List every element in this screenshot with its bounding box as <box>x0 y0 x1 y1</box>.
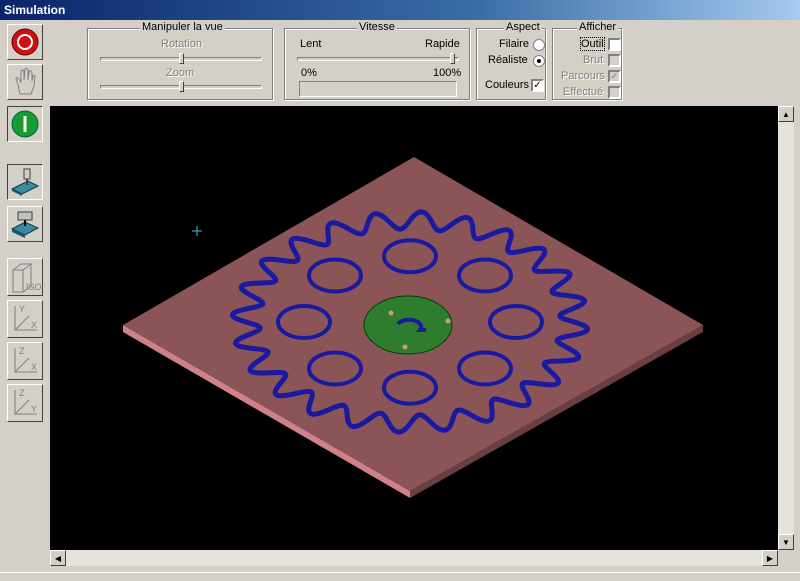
view-yz-button[interactable]: Z Y <box>7 384 43 422</box>
horizontal-scrollbar[interactable]: ◀ ▶ <box>50 550 778 566</box>
speed-slider-track[interactable] <box>297 57 459 61</box>
colors-checkbox[interactable]: ✓ <box>531 79 544 92</box>
display-panel-title: Afficher <box>577 21 619 33</box>
speed-panel: Vitesse Lent Rapide 0% 100% <box>284 21 470 100</box>
view-xy-button[interactable]: Y X <box>7 300 43 338</box>
aspect-panel: Aspect Filaire Réaliste Couleurs ✓ <box>476 21 546 100</box>
speed-slow-label: Lent <box>300 38 322 50</box>
hub-disc <box>363 295 453 355</box>
hub-pin-2 <box>445 318 451 324</box>
window-title: Simulation <box>4 3 66 17</box>
machine-view-button[interactable] <box>7 164 43 200</box>
speed-panel-title: Vitesse <box>357 21 397 33</box>
left-toolbar: ISO Y X Z X Z Y <box>0 20 50 572</box>
machine-3d-icon <box>10 211 40 238</box>
svg-text:Z: Z <box>19 346 25 356</box>
svg-text:Y: Y <box>19 304 25 314</box>
svg-text:Z: Z <box>19 388 25 398</box>
part-3d-render <box>123 157 703 498</box>
iso-cube-icon: ISO <box>12 263 41 293</box>
display-panel: Afficher Outil Brut Parcours ✓ Effectué <box>552 21 622 100</box>
axis-xz-icon: Z X <box>14 346 37 373</box>
hand-pan-button[interactable] <box>7 64 43 100</box>
stop-button[interactable] <box>7 24 43 60</box>
speed-slider-thumb[interactable] <box>450 53 455 64</box>
stop-red-circle-icon <box>11 28 39 56</box>
vertical-scrollbar[interactable]: ▲ ▼ <box>778 106 794 550</box>
axis-xy-icon: Y X <box>14 304 37 331</box>
view-xz-button[interactable]: Z X <box>7 342 43 380</box>
hub-pin-3 <box>402 344 408 350</box>
done-checkbox[interactable] <box>608 86 621 99</box>
iso-view-button[interactable]: ISO <box>7 258 43 296</box>
start-green-circle-icon <box>11 110 39 138</box>
path-label: Parcours <box>561 70 606 82</box>
rotation-slider-thumb[interactable] <box>179 53 184 64</box>
scroll-left-arrow[interactable]: ◀ <box>50 550 66 566</box>
raw-checkbox[interactable] <box>608 54 621 67</box>
scroll-up-arrow[interactable]: ▲ <box>778 106 794 122</box>
size-grip <box>778 550 794 566</box>
path-checkbox[interactable]: ✓ <box>608 70 621 83</box>
zoom-label: Zoom <box>166 67 195 79</box>
raw-label: Brut <box>583 54 604 66</box>
done-label: Effectué <box>563 86 604 98</box>
progress-max-label: 100% <box>433 67 462 79</box>
rotation-label: Rotation <box>161 38 202 50</box>
speed-fast-label: Rapide <box>425 38 460 50</box>
window-titlebar: Simulation <box>0 0 800 20</box>
wireframe-radio[interactable] <box>533 39 545 51</box>
simulation-viewport[interactable] <box>50 106 778 550</box>
tool-checkbox[interactable] <box>608 38 621 51</box>
simulation-progress-bar <box>299 81 457 97</box>
svg-text:X: X <box>31 320 37 330</box>
scroll-right-arrow[interactable]: ▶ <box>762 550 778 566</box>
aspect-panel-title: Aspect <box>504 21 542 33</box>
realistic-radio[interactable] <box>533 55 545 67</box>
tool-label: Outil <box>580 37 605 51</box>
machine-tool-icon <box>10 168 40 196</box>
svg-text:ISO: ISO <box>26 282 41 292</box>
start-button[interactable] <box>7 106 43 142</box>
zoom-slider-thumb[interactable] <box>179 81 184 92</box>
hub-pin-1 <box>388 310 394 316</box>
progress-min-label: 0% <box>301 67 317 79</box>
svg-text:Y: Y <box>31 404 37 414</box>
wireframe-label: Filaire <box>499 38 529 50</box>
scroll-down-arrow[interactable]: ▼ <box>778 534 794 550</box>
axis-yz-icon: Z Y <box>14 388 37 415</box>
realistic-label: Réaliste <box>488 54 528 66</box>
view-panel-title: Manipuler la vue <box>140 21 225 33</box>
view-panel: Manipuler la vue Rotation Zoom <box>87 21 273 100</box>
svg-text:X: X <box>31 362 37 372</box>
machine-3d-button[interactable] <box>7 206 43 242</box>
colors-label: Couleurs <box>485 79 530 91</box>
hand-icon <box>15 68 36 95</box>
